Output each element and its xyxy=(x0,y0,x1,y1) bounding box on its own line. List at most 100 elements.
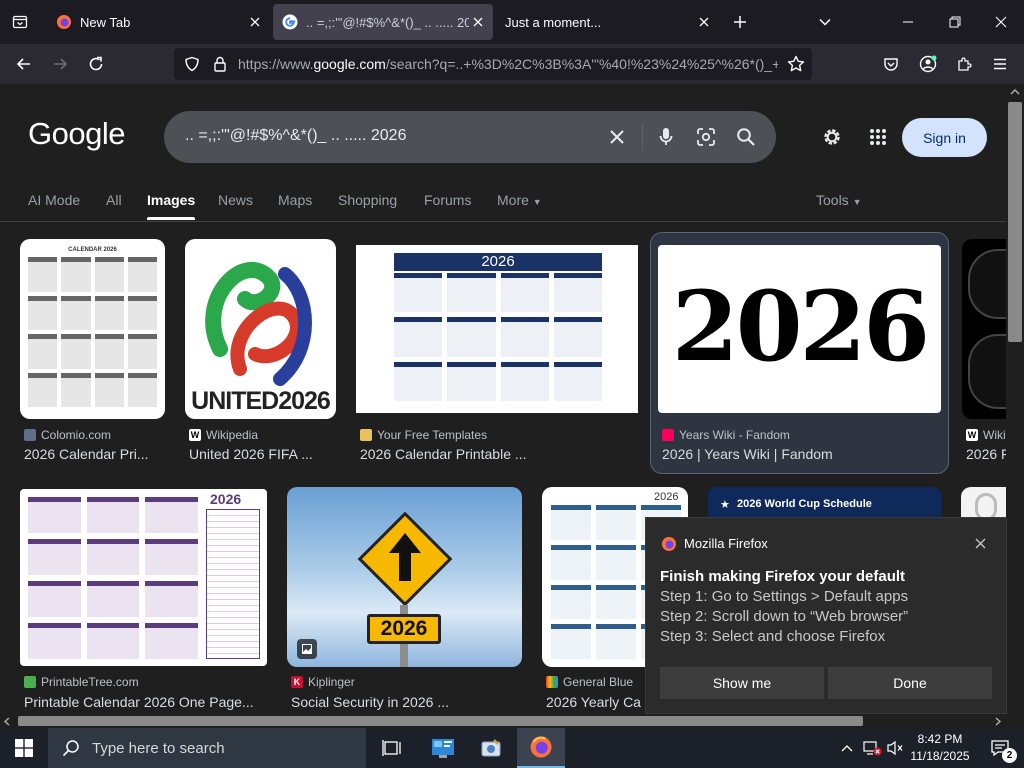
tab-just-a-moment[interactable]: Just a moment... xyxy=(497,0,719,44)
taskbar-app-control-panel[interactable] xyxy=(419,728,467,768)
site-info-button[interactable] xyxy=(205,49,235,79)
search-input[interactable]: .. =,;:'"@!#$%^&*()_ .. ..... 2026 xyxy=(185,127,406,145)
volume-button[interactable] xyxy=(884,728,906,768)
scrollbar-thumb[interactable] xyxy=(18,716,863,726)
bookmark-button[interactable] xyxy=(781,49,811,79)
result-title[interactable]: 2026 Calendar Pri... xyxy=(24,446,164,462)
vertical-scrollbar[interactable] xyxy=(1006,84,1024,714)
url-text[interactable]: https://www.google.com/search?q=..+%3D%2… xyxy=(238,56,778,72)
search-box[interactable]: .. =,;:'"@!#$%^&*()_ .. ..... 2026 xyxy=(164,111,776,163)
sign-in-button[interactable]: Sign in xyxy=(902,118,987,157)
result-title[interactable]: Printable Calendar 2026 One Page... xyxy=(24,694,269,710)
show-hidden-icons-button[interactable] xyxy=(834,728,860,768)
scroll-left-arrow-icon[interactable] xyxy=(3,717,11,726)
result-title[interactable]: 2026 F xyxy=(966,446,1006,462)
search-button[interactable] xyxy=(734,125,758,149)
voice-search-button[interactable] xyxy=(654,125,678,149)
taskbar-app-tool[interactable] xyxy=(467,728,515,768)
forward-button[interactable] xyxy=(45,49,75,79)
result-thumbnail[interactable]: CALENDAR 2026 xyxy=(20,239,165,419)
wikipedia-icon: W xyxy=(966,429,978,441)
camera-lens-icon xyxy=(697,128,715,146)
taskbar-app-firefox[interactable] xyxy=(517,728,565,768)
minimize-button[interactable] xyxy=(893,7,923,37)
settings-button[interactable] xyxy=(820,125,844,149)
scroll-right-arrow-icon[interactable] xyxy=(994,717,1002,726)
tab-list-button[interactable] xyxy=(5,7,35,37)
tab-new-tab[interactable]: New Tab xyxy=(48,0,270,44)
result-title[interactable]: Social Security in 2026 ... xyxy=(291,694,521,710)
tab-news[interactable]: News xyxy=(218,192,253,208)
tools-button[interactable]: Tools ▼ xyxy=(816,192,862,208)
app-menu-button[interactable] xyxy=(985,49,1015,79)
result-thumbnail[interactable]: 2026 xyxy=(20,489,267,666)
browser-tab-strip: New Tab .. =,;:'"@!#$%^&*()_ .. ..... 20… xyxy=(0,0,1024,44)
tracking-protection-button[interactable] xyxy=(177,49,207,79)
taskbar-search-box[interactable]: Type here to search xyxy=(48,728,366,768)
divider xyxy=(642,123,643,151)
chevron-up-icon xyxy=(841,745,853,752)
tab-title: New Tab xyxy=(80,14,131,30)
tab-images[interactable]: Images xyxy=(147,192,195,208)
tab-shopping[interactable]: Shopping xyxy=(338,192,397,208)
plus-icon xyxy=(734,16,746,28)
close-icon xyxy=(610,130,624,144)
site-favicon-icon xyxy=(24,676,36,688)
result-title[interactable]: 2026 Yearly Ca xyxy=(546,694,644,710)
taskbar-clock[interactable]: 8:42 PM 11/18/2025 xyxy=(905,731,975,765)
account-button[interactable] xyxy=(913,49,943,79)
notification-count-badge: 2 xyxy=(1002,748,1017,763)
result-thumbnail[interactable]: 2026 xyxy=(287,487,522,667)
result-title[interactable]: 2026 Calendar Printable ... xyxy=(360,446,638,462)
result-thumbnail[interactable] xyxy=(962,239,1006,419)
start-button[interactable] xyxy=(0,728,48,768)
windows-toast-notification[interactable]: Mozilla Firefox Finish making Firefox yo… xyxy=(645,517,1007,714)
close-window-button[interactable] xyxy=(986,7,1016,37)
show-me-button[interactable]: Show me xyxy=(660,667,824,699)
google-apps-button[interactable] xyxy=(866,125,890,149)
close-tab-icon[interactable] xyxy=(695,13,713,31)
thumbnail-shape xyxy=(968,249,1006,319)
url-bar[interactable]: https://www.google.com/search?q=..+%3D%2… xyxy=(174,48,812,80)
new-tab-button[interactable] xyxy=(725,7,755,37)
tab-more[interactable]: More ▼ xyxy=(497,192,542,208)
lens-search-button[interactable] xyxy=(694,125,718,149)
result-thumbnail[interactable]: UNITED2026 xyxy=(185,239,336,419)
arrow-right-icon xyxy=(54,58,68,70)
action-center-button[interactable]: 2 xyxy=(976,728,1024,768)
speaker-muted-icon xyxy=(887,740,903,756)
pocket-button[interactable] xyxy=(876,49,906,79)
scrollbar-thumb[interactable] xyxy=(1008,102,1022,342)
tab-ai-mode[interactable]: AI Mode xyxy=(28,192,80,208)
result-thumbnail[interactable]: 2026 xyxy=(658,245,941,413)
done-button[interactable]: Done xyxy=(828,667,992,699)
search-icon xyxy=(737,128,755,146)
network-status-button[interactable] xyxy=(860,728,884,768)
result-source: Colomio.com xyxy=(24,428,111,442)
clear-search-button[interactable] xyxy=(605,125,629,149)
list-all-tabs-button[interactable] xyxy=(810,7,840,37)
close-tab-icon[interactable] xyxy=(469,13,487,31)
thumbnail-text: 2026 xyxy=(367,614,441,644)
result-title[interactable]: 2026 | Years Wiki | Fandom xyxy=(662,446,942,462)
extensions-button[interactable] xyxy=(949,49,979,79)
tab-forums[interactable]: Forums xyxy=(424,192,471,208)
dismiss-notification-button[interactable] xyxy=(971,534,989,552)
result-source: W Wikipedia xyxy=(189,428,259,442)
scroll-up-arrow-icon[interactable] xyxy=(1010,88,1020,96)
google-logo[interactable]: Google xyxy=(28,116,125,152)
restore-button[interactable] xyxy=(940,7,970,37)
back-button[interactable] xyxy=(9,49,39,79)
task-view-button[interactable] xyxy=(368,728,416,768)
horizontal-scrollbar[interactable] xyxy=(0,714,1006,728)
holiday-list xyxy=(206,509,260,659)
tab-google-search[interactable]: .. =,;:'"@!#$%^&*()_ .. ..... 2026 - xyxy=(273,4,493,40)
tab-all[interactable]: All xyxy=(106,192,122,208)
notification-step: Step 3: Select and choose Firefox xyxy=(660,628,886,645)
tab-maps[interactable]: Maps xyxy=(278,192,312,208)
close-tab-icon[interactable] xyxy=(246,13,264,31)
clock-date: 11/18/2025 xyxy=(910,749,970,763)
result-title[interactable]: United 2026 FIFA ... xyxy=(189,446,334,462)
reload-button[interactable] xyxy=(81,49,111,79)
result-thumbnail[interactable]: 2026 xyxy=(356,245,638,413)
